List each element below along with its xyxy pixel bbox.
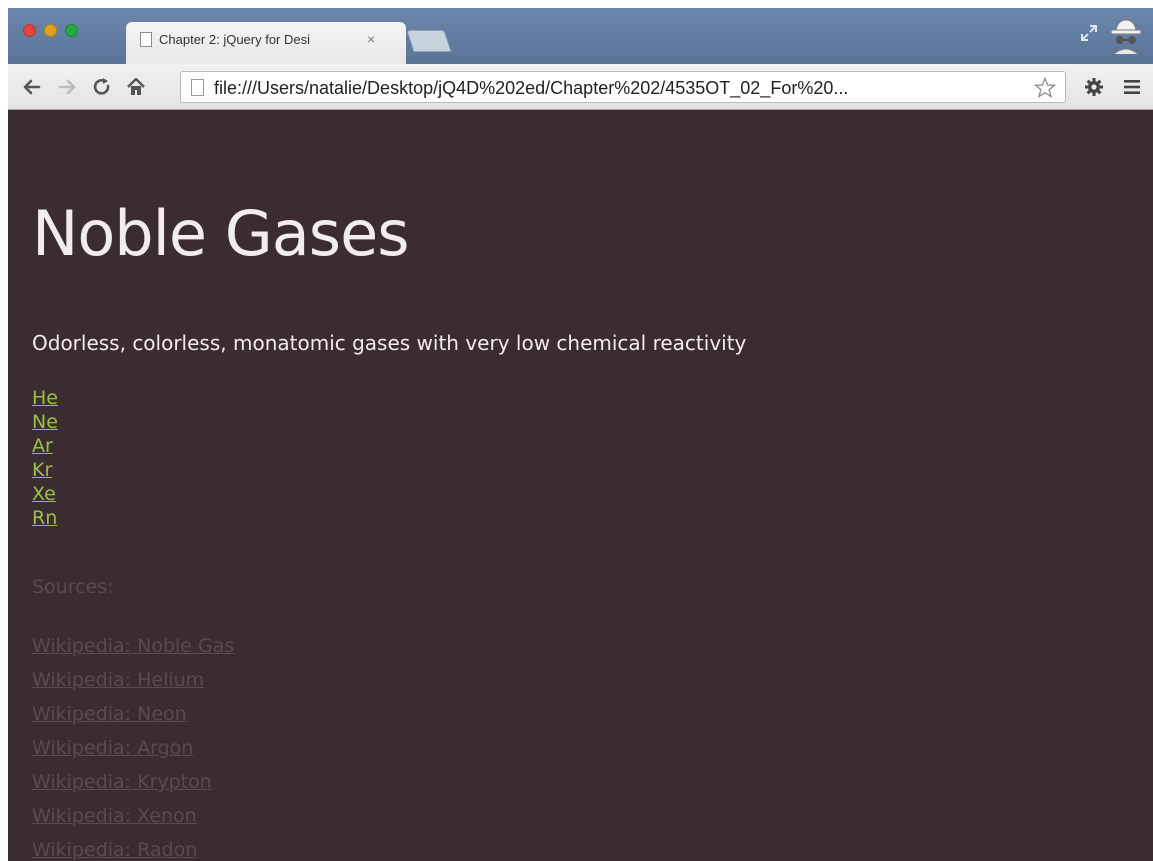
source-link-xenon[interactable]: Wikipedia: Xenon <box>32 805 197 827</box>
list-item: He <box>32 386 58 410</box>
tab-active[interactable]: Chapter 2: jQuery for Desi × <box>126 22 406 64</box>
list-item: Ar <box>32 434 58 458</box>
element-link-ar[interactable]: Ar <box>32 435 53 457</box>
list-item: Xe <box>32 482 58 506</box>
close-window-button[interactable] <box>23 24 36 37</box>
minimize-window-button[interactable] <box>44 24 57 37</box>
element-link-xe[interactable]: Xe <box>32 483 56 505</box>
list-item: Ne <box>32 410 58 434</box>
zoom-window-button[interactable] <box>65 24 78 37</box>
list-item: Wikipedia: Radon <box>32 833 234 861</box>
list-item: Wikipedia: Krypton <box>32 765 234 799</box>
back-button[interactable] <box>20 75 44 99</box>
menu-icon <box>1124 80 1140 94</box>
forward-button[interactable] <box>55 75 79 99</box>
fullscreen-icon[interactable] <box>1080 24 1098 42</box>
new-tab-button[interactable] <box>406 30 452 52</box>
source-link-helium[interactable]: Wikipedia: Helium <box>32 669 204 691</box>
home-button[interactable] <box>124 75 148 99</box>
element-list: He Ne Ar Kr Xe Rn <box>32 386 58 530</box>
source-link-krypton[interactable]: Wikipedia: Krypton <box>32 771 212 793</box>
list-item: Wikipedia: Xenon <box>32 799 234 833</box>
source-link-radon[interactable]: Wikipedia: Radon <box>32 839 197 861</box>
settings-icon <box>1085 78 1103 96</box>
list-item: Kr <box>32 458 58 482</box>
list-item: Wikipedia: Noble Gas <box>32 629 234 663</box>
incognito-icon <box>1110 19 1142 55</box>
list-item: Rn <box>32 506 58 530</box>
reload-icon <box>93 78 110 95</box>
element-link-he[interactable]: He <box>32 387 58 409</box>
forward-icon <box>58 79 76 95</box>
home-icon <box>127 77 145 95</box>
tab-close-icon[interactable]: × <box>367 32 375 46</box>
address-bar[interactable]: file:///Users/natalie/Desktop/jQ4D%202ed… <box>180 71 1066 103</box>
back-icon <box>23 79 41 95</box>
list-item: Wikipedia: Neon <box>32 697 234 731</box>
page-icon <box>191 79 204 96</box>
source-link-argon[interactable]: Wikipedia: Argon <box>32 737 193 759</box>
element-link-kr[interactable]: Kr <box>32 459 52 481</box>
page-title: Noble Gases <box>32 197 410 270</box>
star-icon[interactable] <box>1033 76 1057 100</box>
settings-button[interactable] <box>1082 75 1106 99</box>
browser-window: Chapter 2: jQuery for Desi × file:///Use… <box>8 8 1153 861</box>
sources-list: Wikipedia: Noble Gas Wikipedia: Helium W… <box>32 629 234 861</box>
page-content: Noble Gases Odorless, colorless, monatom… <box>8 111 1153 861</box>
element-link-ne[interactable]: Ne <box>32 411 58 433</box>
page-icon <box>140 32 152 47</box>
list-item: Wikipedia: Argon <box>32 731 234 765</box>
source-link-noble-gas[interactable]: Wikipedia: Noble Gas <box>32 635 234 657</box>
toolbar: file:///Users/natalie/Desktop/jQ4D%202ed… <box>8 64 1153 110</box>
url-text[interactable]: file:///Users/natalie/Desktop/jQ4D%202ed… <box>214 78 848 99</box>
menu-button[interactable] <box>1120 75 1144 99</box>
tab-strip: Chapter 2: jQuery for Desi × <box>8 8 1153 64</box>
reload-button[interactable] <box>90 75 114 99</box>
list-item: Wikipedia: Helium <box>32 663 234 697</box>
source-link-neon[interactable]: Wikipedia: Neon <box>32 703 187 725</box>
page-subtitle: Odorless, colorless, monatomic gases wit… <box>32 331 747 355</box>
tab-title: Chapter 2: jQuery for Desi <box>159 32 311 47</box>
element-link-rn[interactable]: Rn <box>32 507 57 529</box>
sources-heading: Sources: <box>32 576 114 598</box>
